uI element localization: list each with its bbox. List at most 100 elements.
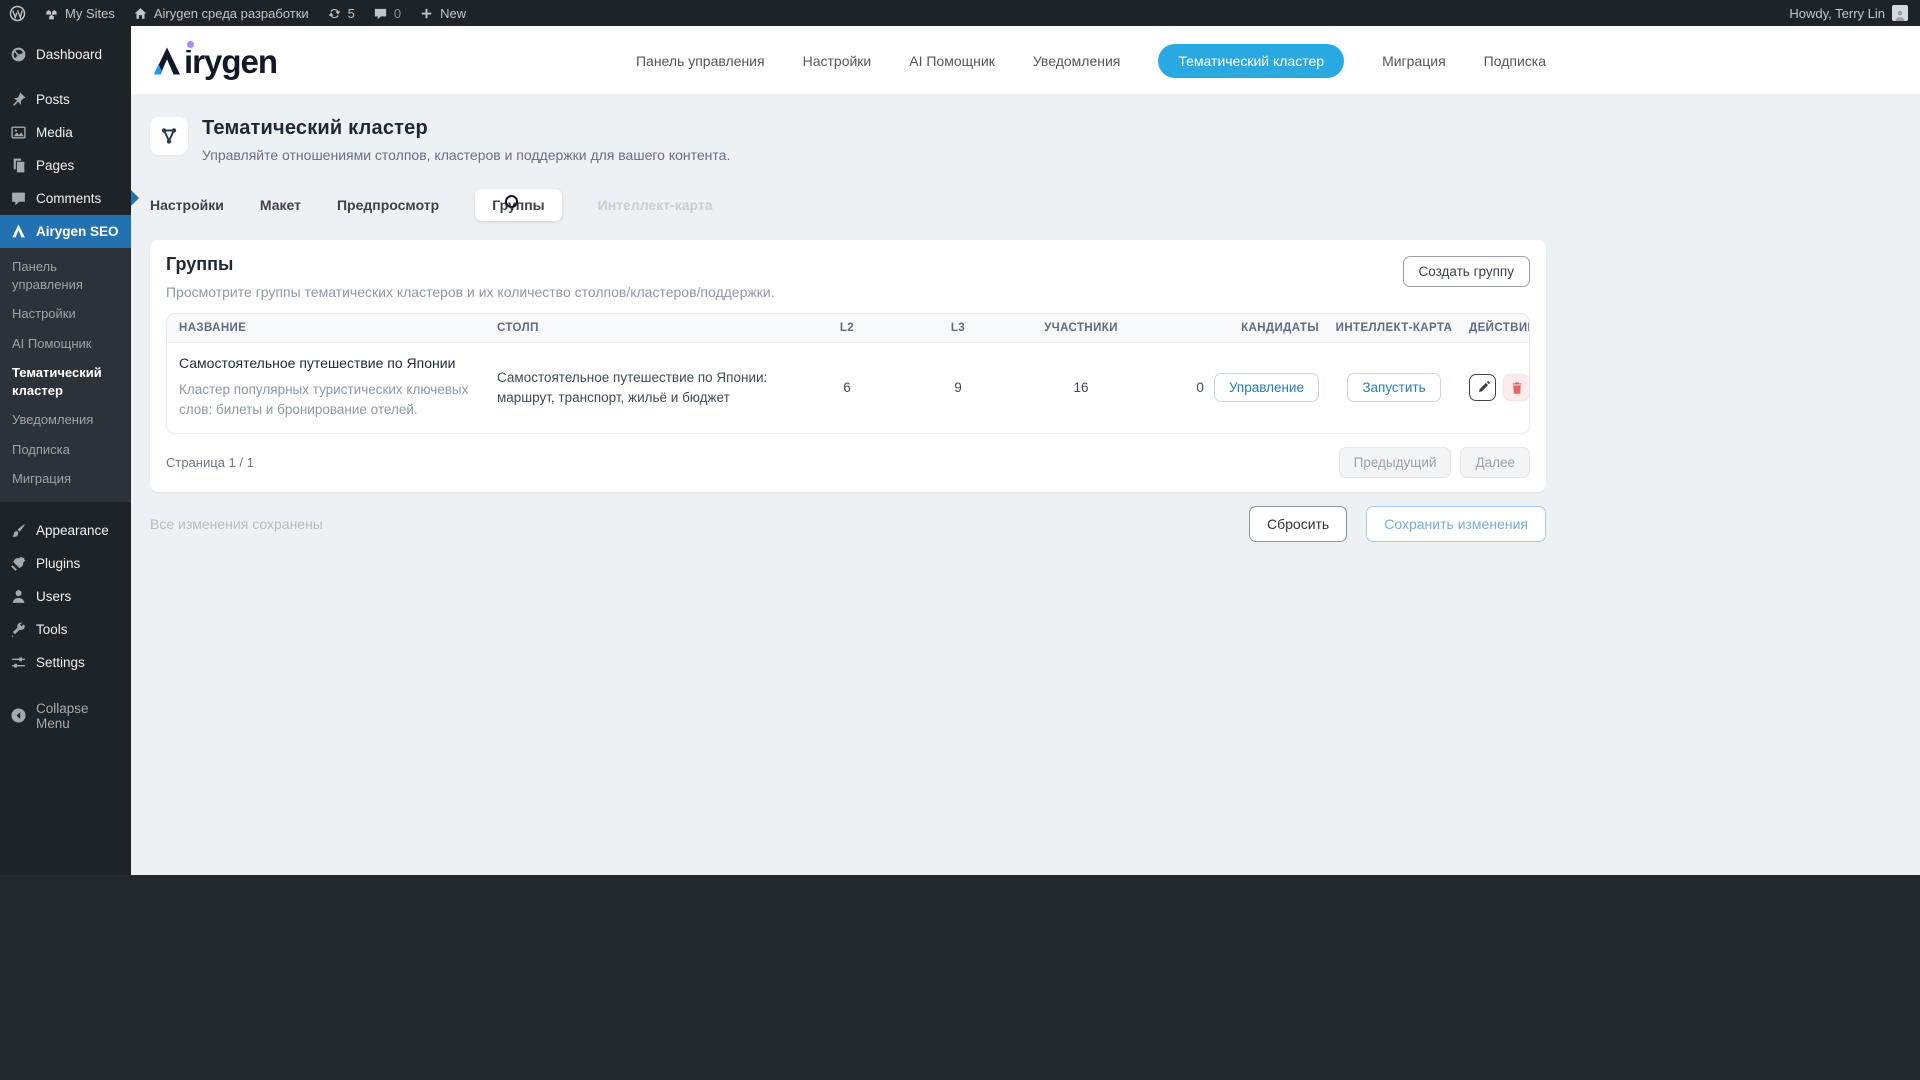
submenu-item-notifications[interactable]: Уведомления	[0, 405, 131, 435]
airygen-logo[interactable]: irygen	[150, 40, 278, 78]
group-pillar: Самостоятельное путешествие по Японии: м…	[497, 369, 768, 405]
updates-menu[interactable]: 5	[318, 0, 364, 26]
tab-groups-active[interactable]: Группы	[475, 189, 562, 221]
tab-preview[interactable]: Предпросмотр	[337, 197, 439, 213]
sidebar-item-users[interactable]: Users	[0, 580, 131, 613]
header-candidates: КАНДИДАТЫ	[1241, 322, 1319, 334]
cluster-network-icon	[150, 117, 188, 155]
brush-icon	[10, 522, 27, 539]
wrench-icon	[10, 621, 27, 638]
groups-description: Просмотрите группы тематических кластеро…	[166, 284, 775, 300]
header-name: НАЗВАНИЕ	[179, 322, 247, 334]
prev-page-button[interactable]: Предыдущий	[1338, 446, 1452, 478]
group-l3-count: 9	[954, 380, 962, 396]
airygen-triangle-icon	[10, 223, 27, 240]
site-name-label: Airygen среда разработки	[153, 5, 309, 21]
nav-settings[interactable]: Настройки	[803, 53, 872, 69]
header-pillar: СТОЛП	[497, 322, 539, 334]
cluster-tabs: Настройки Макет Предпросмотр Группы Инте…	[150, 189, 1546, 221]
updates-icon	[327, 6, 342, 21]
avatar[interactable]	[1892, 5, 1908, 21]
sidebar-label: Comments	[36, 191, 102, 206]
admin-sidebar: Dashboard Posts Media Pages Comments Air…	[0, 26, 131, 875]
group-candidates-count: 0	[1196, 380, 1204, 396]
home-icon	[133, 6, 148, 21]
sidebar-item-comments[interactable]: Comments	[0, 182, 131, 215]
sidebar-label: Airygen SEO	[36, 224, 119, 239]
launch-mindmap-button[interactable]: Запустить	[1347, 373, 1441, 403]
sidebar-item-plugins[interactable]: Plugins	[0, 547, 131, 580]
sidebar-label: Posts	[36, 92, 70, 107]
delete-group-button[interactable]	[1503, 374, 1529, 402]
new-label: New	[440, 5, 467, 21]
save-changes-button[interactable]: Сохранить изменения	[1366, 505, 1546, 542]
sidebar-item-airygen-seo[interactable]: Airygen SEO	[0, 215, 131, 248]
sidebar-label: Pages	[36, 158, 75, 173]
logo-purple-dot	[186, 40, 194, 48]
sidebar-item-posts[interactable]: Posts	[0, 83, 131, 116]
sidebar-label: Tools	[36, 621, 68, 637]
sidebar-item-settings[interactable]: Settings	[0, 646, 131, 679]
sliders-icon	[10, 654, 27, 671]
submenu-item-settings[interactable]: Настройки	[0, 299, 131, 329]
nav-migration[interactable]: Миграция	[1382, 53, 1446, 69]
dashboard-icon	[10, 46, 27, 63]
submenu-item-topical-cluster[interactable]: Тематический кластер	[0, 358, 131, 405]
sidebar-item-media[interactable]: Media	[0, 116, 131, 149]
reset-button[interactable]: Сбросить	[1249, 505, 1348, 542]
plugin-header: irygen Панель управления Настройки AI По…	[131, 26, 1920, 95]
collapse-arrow-icon	[10, 707, 27, 724]
site-link[interactable]: Airygen среда разработки	[124, 0, 318, 26]
user-icon	[10, 588, 27, 605]
page-header: Тематический кластер Управляйте отношени…	[150, 117, 1546, 163]
sidebar-label: Settings	[36, 654, 85, 670]
manage-button[interactable]: Управление	[1213, 373, 1319, 403]
nav-notifications[interactable]: Уведомления	[1033, 53, 1121, 69]
comments-count: 0	[393, 5, 402, 21]
create-group-button[interactable]: Создать группу	[1402, 256, 1530, 287]
nav-subscription[interactable]: Подписка	[1484, 53, 1546, 69]
sidebar-label: Dashboard	[36, 47, 103, 62]
page-title: Тематический кластер	[202, 117, 428, 139]
header-action: ДЕЙСТВИЕ	[1469, 322, 1530, 334]
tab-settings[interactable]: Настройки	[150, 197, 224, 213]
footer-actions: Все изменения сохранены Сбросить Сохрани…	[150, 505, 1546, 542]
sidebar-item-pages[interactable]: Pages	[0, 149, 131, 182]
next-page-button[interactable]: Далее	[1460, 446, 1530, 478]
sidebar-item-appearance[interactable]: Appearance	[0, 514, 131, 547]
pagination: Страница 1 / 1 Предыдущий Далее	[166, 446, 1530, 478]
submenu-item-ai-assistant[interactable]: AI Помощник	[0, 329, 131, 359]
tab-mindmap-disabled: Интеллект-карта	[597, 197, 713, 213]
my-sites-menu[interactable]: My Sites	[35, 0, 124, 26]
trash-icon	[1512, 382, 1521, 394]
airygen-logo-mark	[154, 47, 180, 74]
table-row: Самостоятельное путешествие по Японии Кл…	[167, 343, 1529, 433]
comment-bubble-icon	[10, 190, 27, 207]
my-sites-icon	[44, 6, 59, 21]
sidebar-item-tools[interactable]: Tools	[0, 613, 131, 646]
nav-ai-assistant[interactable]: AI Помощник	[909, 53, 995, 69]
submenu-item-subscription[interactable]: Подписка	[0, 435, 131, 465]
wp-logo-button[interactable]	[0, 0, 35, 26]
sidebar-label: Appearance	[36, 522, 109, 538]
submenu-item-dashboard[interactable]: Панель управления	[0, 252, 131, 299]
nav-topical-cluster-active[interactable]: Тематический кластер	[1158, 43, 1345, 78]
sidebar-label: Users	[36, 588, 72, 604]
header-l3: L3	[950, 322, 966, 334]
submenu-item-migration[interactable]: Миграция	[0, 464, 131, 494]
collapse-menu-button[interactable]: Collapse Menu	[0, 693, 131, 739]
comments-menu[interactable]: 0	[364, 0, 410, 26]
main-content: irygen Панель управления Настройки AI По…	[131, 26, 1920, 875]
group-name-description: Кластер популярных туристических ключевы…	[179, 382, 469, 418]
edit-group-button[interactable]	[1469, 374, 1496, 402]
sidebar-item-dashboard[interactable]: Dashboard	[0, 38, 131, 71]
tab-layout[interactable]: Макет	[260, 197, 301, 213]
nav-dashboard[interactable]: Панель управления	[636, 53, 765, 69]
howdy-account-menu[interactable]: Howdy, Terry Lin	[1789, 6, 1885, 21]
new-content-menu[interactable]: New	[410, 0, 475, 26]
pages-icon	[10, 157, 27, 174]
header-members: УЧАСТНИКИ	[1044, 322, 1118, 334]
sidebar-label: Media	[36, 125, 73, 140]
my-sites-label: My Sites	[65, 5, 115, 21]
sidebar-label: Plugins	[36, 555, 81, 571]
